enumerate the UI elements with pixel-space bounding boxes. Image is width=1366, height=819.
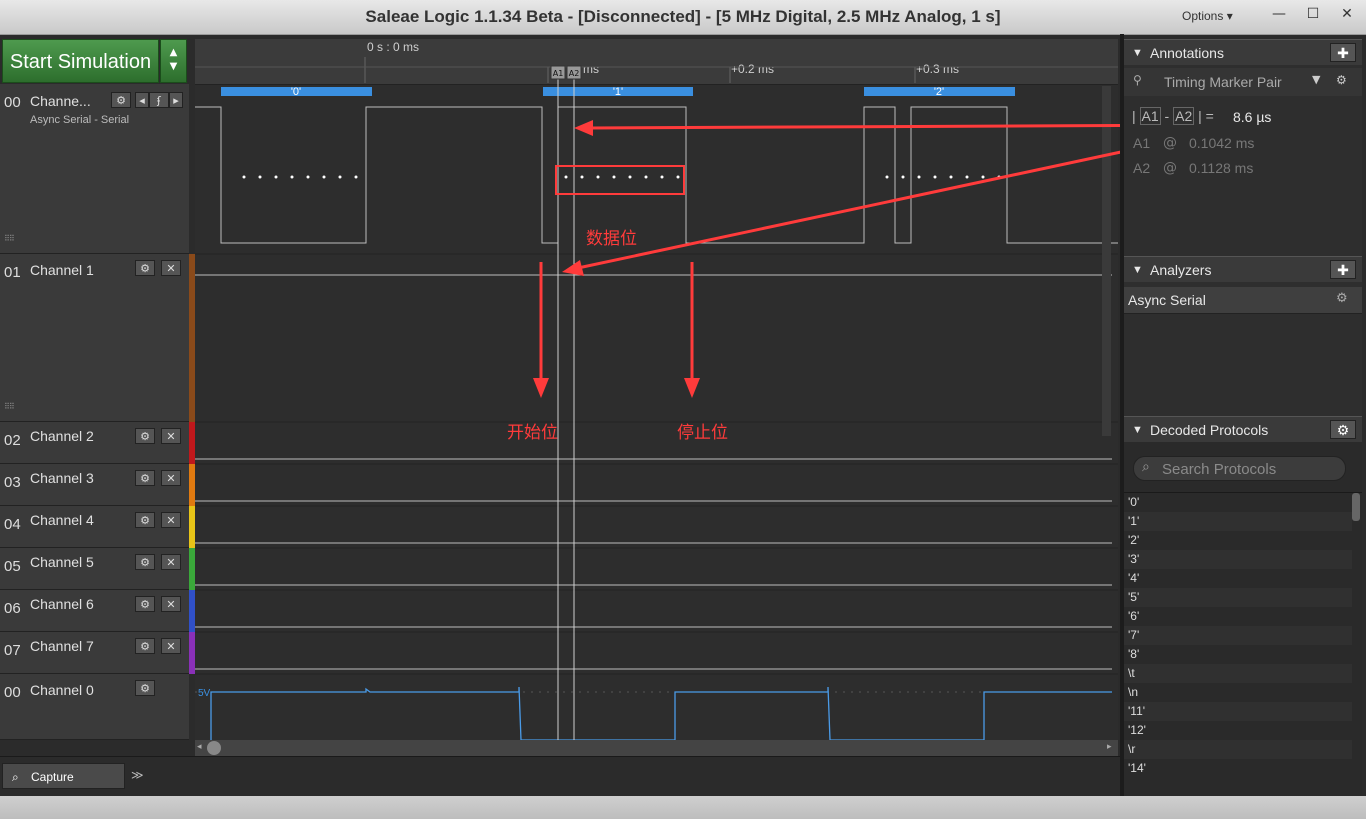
gear-icon[interactable]: ⚙ — [1336, 73, 1347, 87]
add-annotation-button[interactable]: ✚ — [1330, 43, 1356, 62]
add-analyzer-button[interactable]: ✚ — [1330, 260, 1356, 279]
list-item[interactable]: '8' — [1124, 645, 1352, 664]
capture-tab[interactable]: ⌕ Capture — [2, 763, 125, 789]
scroll-right-icon[interactable]: ▸ — [1107, 742, 1112, 752]
arrow-head — [684, 378, 700, 398]
search-placeholder: Search Protocols — [1162, 461, 1277, 478]
list-item[interactable]: '1' — [1124, 512, 1352, 531]
annotation-text-stop-bit: 停止位 — [677, 423, 728, 443]
list-item[interactable]: \r — [1124, 740, 1352, 759]
at-sign: @ — [1163, 160, 1177, 176]
arrow-head — [574, 120, 593, 136]
list-item[interactable]: \n — [1124, 683, 1352, 702]
list-item[interactable]: '7' — [1124, 626, 1352, 645]
arrow-head — [562, 260, 584, 276]
protocols-scrollbar-thumb[interactable] — [1352, 493, 1360, 521]
list-item[interactable]: '11' — [1124, 702, 1352, 721]
list-item[interactable]: '3' — [1124, 550, 1352, 569]
list-item[interactable]: '4' — [1124, 569, 1352, 588]
analyzers-title: Analyzers — [1150, 262, 1212, 278]
marker-delta-row: | A1 - A2 | = — [1132, 107, 1214, 125]
list-item[interactable]: \t — [1124, 664, 1352, 683]
scroll-thumb[interactable] — [207, 741, 221, 755]
analyzer-name: Async Serial — [1128, 292, 1206, 308]
capture-tab-label: Capture — [31, 770, 74, 784]
annotations-header[interactable]: ▼ Annotations ✚ — [1124, 39, 1362, 65]
horizontal-scrollbar[interactable]: ◂ ▸ — [195, 740, 1118, 756]
analyzers-header[interactable]: ▼ Analyzers ✚ — [1124, 256, 1362, 282]
annotation-text-start-bit: 开始位 — [507, 423, 558, 443]
marker-pair-name[interactable]: Timing Marker Pair — [1164, 74, 1282, 90]
timing-marker-pair-row[interactable]: ⚲ Timing Marker Pair ▼ ⚙ — [1124, 68, 1362, 96]
a2-label: A2 — [1133, 160, 1151, 176]
search-icon: ⌕ — [12, 770, 19, 784]
collapse-icon[interactable]: ▼ — [1132, 417, 1143, 443]
dropdown-icon[interactable]: ▼ — [1312, 73, 1320, 86]
search-protocols-input[interactable]: ⌕ Search Protocols — [1133, 456, 1346, 481]
list-item[interactable]: '5' — [1124, 588, 1352, 607]
a2-chip: A2 — [1173, 107, 1195, 125]
list-item[interactable]: '2' — [1124, 531, 1352, 550]
a1-label: A1 — [1133, 135, 1151, 151]
collapse-icon[interactable]: ▼ — [1132, 257, 1143, 283]
list-item[interactable]: '14' — [1124, 759, 1352, 778]
collapse-icon[interactable]: ▼ — [1132, 40, 1143, 66]
highlight-box — [555, 165, 685, 195]
scroll-left-icon[interactable]: ◂ — [197, 742, 202, 752]
marker-delta-value: 8.6 µs — [1233, 109, 1272, 125]
at-sign: @ — [1163, 135, 1177, 151]
gear-icon[interactable]: ⚙ — [1330, 420, 1356, 439]
gear-icon[interactable]: ⚙ — [1336, 291, 1348, 306]
bottom-toolbar — [0, 756, 1120, 797]
annotations-title: Annotations — [1150, 45, 1224, 61]
expand-tabs-icon[interactable]: ≫ — [131, 768, 144, 782]
list-item[interactable]: '6' — [1124, 607, 1352, 626]
search-icon: ⌕ — [1142, 459, 1150, 475]
list-item[interactable]: '12' — [1124, 721, 1352, 740]
a1-time-value: 0.1042 ms — [1189, 135, 1255, 151]
status-bar — [0, 796, 1366, 819]
a2-time-value: 0.1128 ms — [1189, 160, 1254, 176]
list-item[interactable]: '0' — [1124, 493, 1352, 512]
pin-icon[interactable]: ⚲ — [1133, 73, 1142, 87]
decoded-protocols-title: Decoded Protocols — [1150, 422, 1269, 438]
analyzer-item[interactable]: Async Serial ⚙ — [1124, 287, 1362, 314]
arrow-head — [533, 378, 549, 398]
decoded-protocols-header[interactable]: ▼ Decoded Protocols ⚙ — [1124, 416, 1362, 442]
annotation-text-data-bits: 数据位 — [586, 229, 637, 249]
a1-chip: A1 — [1139, 107, 1161, 125]
